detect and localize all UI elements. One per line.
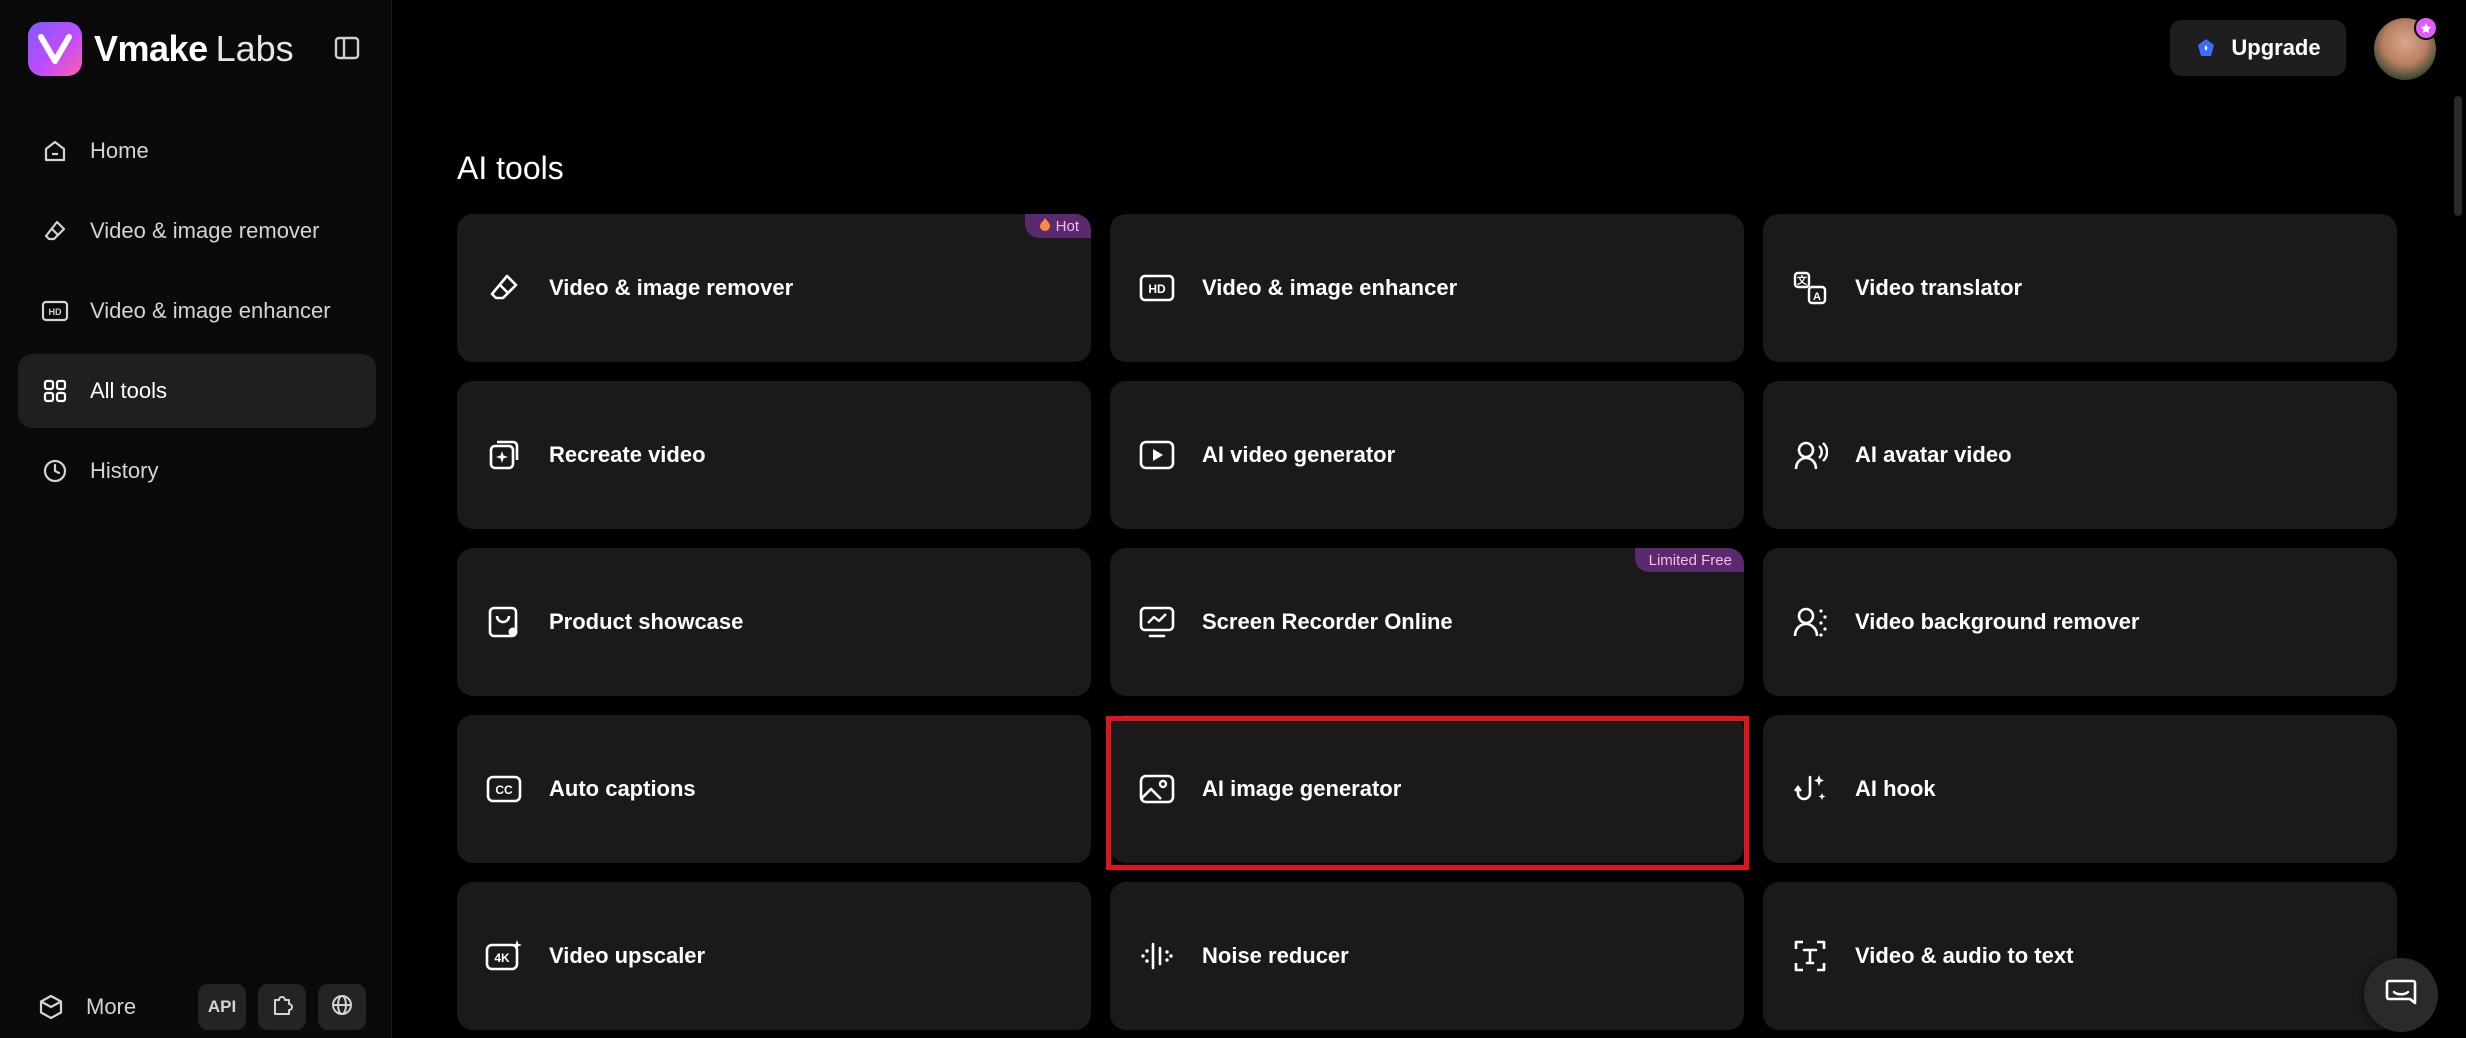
translate-icon: 文A xyxy=(1791,269,1829,307)
cube-icon xyxy=(36,992,66,1022)
sidebar-item-all-tools[interactable]: All tools xyxy=(18,354,376,428)
upgrade-button[interactable]: Upgrade xyxy=(2170,20,2346,76)
sidebar-item-label: All tools xyxy=(90,378,168,403)
tool-label: Video translator xyxy=(1855,275,2023,300)
sidebar-item-history[interactable]: History xyxy=(18,434,376,508)
api-button[interactable]: API xyxy=(198,984,246,1030)
tool-label: Screen Recorder Online xyxy=(1202,609,1453,634)
screen-recorder-icon xyxy=(1138,603,1176,641)
tool-label: Video & image remover xyxy=(549,275,794,300)
eraser-icon xyxy=(40,216,70,246)
hook-icon xyxy=(1791,770,1829,808)
tool-card-ai-avatar-video[interactable]: AI avatar video xyxy=(1763,381,2397,529)
scroll-thumb[interactable] xyxy=(2454,96,2462,216)
image-icon xyxy=(1138,770,1176,808)
avatar[interactable] xyxy=(2374,16,2438,80)
sidebar-item-video-image-remover[interactable]: Video & image remover xyxy=(18,194,376,268)
language-button[interactable] xyxy=(318,984,366,1030)
sidebar-item-label: Video & image enhancer xyxy=(90,298,331,323)
text-icon xyxy=(1791,937,1829,975)
sidebar-footer: More API xyxy=(36,982,366,1032)
tool-label: Video & audio to text xyxy=(1855,943,2074,968)
sidebar-toggle-icon[interactable] xyxy=(330,33,364,63)
tool-label: Video & image enhancer xyxy=(1202,275,1458,300)
product-icon xyxy=(485,603,523,641)
sidebar-item-home[interactable]: Home xyxy=(18,114,376,188)
crown-icon xyxy=(2195,37,2217,59)
tool-card-ai-image-generator[interactable]: AI image generator xyxy=(1110,715,1744,863)
badge-label: Hot xyxy=(1055,217,1079,235)
sidebar-item-label: Home xyxy=(90,138,149,163)
sidebar-item-label: Video & image remover xyxy=(90,218,320,243)
more-label: More xyxy=(86,994,137,1019)
limited-free-badge: Limited Free xyxy=(1634,548,1744,572)
app-root: Vmake Labs Home Video & image remover HD… xyxy=(0,0,2466,1038)
tool-card-video-image-enhancer[interactable]: HD Video & image enhancer xyxy=(1110,214,1744,362)
tool-card-noise-reducer[interactable]: Noise reducer xyxy=(1110,882,1744,1030)
vmake-logo-icon xyxy=(28,22,82,76)
recreate-icon xyxy=(485,436,523,474)
premium-badge-icon xyxy=(2414,16,2438,40)
scrollbar[interactable] xyxy=(2452,96,2462,1038)
svg-text:4K: 4K xyxy=(494,951,510,965)
more-button[interactable]: More xyxy=(36,992,136,1022)
svg-text:A: A xyxy=(1813,291,1821,303)
tool-card-video-upscaler[interactable]: 4K Video upscaler xyxy=(457,882,1091,1030)
tool-card-auto-captions[interactable]: CC Auto captions xyxy=(457,715,1091,863)
tool-label: Video background remover xyxy=(1855,609,2140,634)
tool-card-screen-recorder-online[interactable]: Screen Recorder Online Limited Free xyxy=(1110,548,1744,696)
tool-card-recreate-video[interactable]: Recreate video xyxy=(457,381,1091,529)
sidebar-nav: Home Video & image remover HD Video & im… xyxy=(18,114,376,514)
eraser-icon xyxy=(485,269,523,307)
tool-card-ai-video-generator[interactable]: AI video generator xyxy=(1110,381,1744,529)
hd-icon: HD xyxy=(40,296,70,326)
svg-text:HD: HD xyxy=(49,307,62,317)
flame-icon xyxy=(1039,217,1051,235)
tool-label: Noise reducer xyxy=(1202,943,1349,968)
hd-icon: HD xyxy=(1138,269,1176,307)
tool-label: Video upscaler xyxy=(549,943,706,968)
tool-label: Recreate video xyxy=(549,442,706,467)
clock-icon xyxy=(40,456,70,486)
sidebar-item-label: History xyxy=(90,458,159,483)
brand-logo[interactable]: Vmake Labs xyxy=(28,22,294,76)
tool-card-video-image-remover[interactable]: Video & image remover Hot xyxy=(457,214,1091,362)
svg-text:文: 文 xyxy=(1797,274,1808,287)
puzzle-icon xyxy=(270,993,294,1022)
tools-grid: Video & image remover Hot HD Video & ima… xyxy=(457,214,2397,1030)
home-icon xyxy=(40,136,70,166)
brand-name: Vmake xyxy=(94,28,208,69)
globe-icon xyxy=(330,993,354,1022)
brand-sub: Labs xyxy=(215,28,294,69)
tool-card-video-background-remover[interactable]: Video background remover xyxy=(1763,548,2397,696)
chat-icon xyxy=(2384,977,2418,1014)
tool-label: AI image generator xyxy=(1202,776,1402,801)
tool-label: Product showcase xyxy=(549,609,744,634)
4k-icon: 4K xyxy=(485,937,523,975)
play-icon xyxy=(1138,436,1176,474)
tool-label: AI hook xyxy=(1855,776,1936,801)
hot-badge: Hot xyxy=(1024,214,1091,238)
noise-icon xyxy=(1138,937,1176,975)
svg-text:HD: HD xyxy=(1148,282,1166,296)
tool-label: AI avatar video xyxy=(1855,442,2012,467)
avatar-icon xyxy=(1791,436,1829,474)
chat-support-button[interactable] xyxy=(2364,958,2438,1032)
tool-card-video-audio-to-text[interactable]: Video & audio to text xyxy=(1763,882,2397,1030)
captions-icon: CC xyxy=(485,770,523,808)
tool-card-ai-hook[interactable]: AI hook xyxy=(1763,715,2397,863)
tool-label: AI video generator xyxy=(1202,442,1396,467)
sidebar-item-video-image-enhancer[interactable]: HD Video & image enhancer xyxy=(18,274,376,348)
sidebar: Vmake Labs Home Video & image remover HD… xyxy=(0,0,392,1038)
tool-card-product-showcase[interactable]: Product showcase xyxy=(457,548,1091,696)
page-title: AI tools xyxy=(457,150,564,186)
tool-label: Auto captions xyxy=(549,776,696,801)
svg-text:CC: CC xyxy=(495,783,513,797)
tool-card-video-translator[interactable]: 文A Video translator xyxy=(1763,214,2397,362)
footer-buttons: API xyxy=(198,984,366,1030)
upgrade-label: Upgrade xyxy=(2231,35,2321,60)
grid-icon xyxy=(40,376,70,406)
bg-remover-icon xyxy=(1791,603,1829,641)
plugin-button[interactable] xyxy=(258,984,306,1030)
